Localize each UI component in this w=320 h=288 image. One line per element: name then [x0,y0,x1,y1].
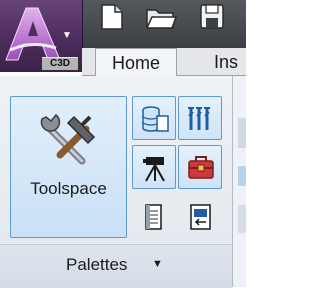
properties-palette-button[interactable] [132,194,176,238]
panel-import-button[interactable] [178,194,222,238]
toolspace-button[interactable]: Toolspace [10,96,127,238]
civil3d-logo-icon [5,7,61,61]
toolspace-label: Toolspace [30,179,107,198]
new-file-icon[interactable] [98,2,126,32]
survey-button[interactable] [132,145,176,189]
tab-home[interactable]: Home [95,48,177,76]
next-panel-control [238,118,246,148]
toolbox-icon [188,156,214,179]
palettes-panel-title: Palettes [66,255,128,274]
application-menu-button[interactable]: ▼ C3D [0,0,83,72]
tool-palette-icon [188,107,210,130]
open-folder-icon[interactable] [145,2,177,32]
toolbox-button[interactable] [178,145,222,189]
next-panel-control [238,205,246,233]
panel-import-icon [190,204,211,230]
product-badge: C3D [42,57,78,70]
palettes-panel-title-bar[interactable]: Palettes ▼ [0,244,232,288]
save-icon[interactable] [198,2,226,32]
properties-icon [145,204,162,230]
next-panel-control [238,166,246,186]
tab-insert[interactable]: Ins [214,48,238,76]
tools-icon [40,113,96,165]
tool-palettes-button[interactable] [178,96,222,140]
panel-expand-caret-icon[interactable]: ▼ [152,258,163,270]
survey-tripod-icon [143,157,165,182]
app-menu-caret: ▼ [62,30,72,41]
prospector-palette-button[interactable] [132,96,176,140]
database-icon [142,106,169,132]
